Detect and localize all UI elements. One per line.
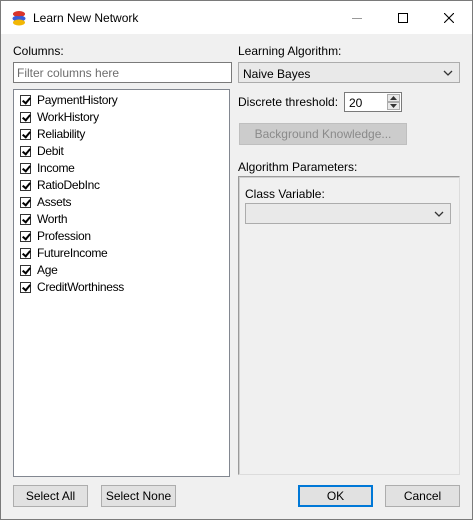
title-bar[interactable]: Learn New Network [1, 1, 472, 34]
list-item[interactable]: Assets [20, 194, 72, 210]
cancel-button[interactable]: Cancel [385, 485, 460, 507]
list-item[interactable]: Age [20, 262, 58, 278]
checkbox[interactable] [20, 162, 31, 174]
list-item[interactable]: CreditWorthiness [20, 279, 124, 295]
spin-up-button[interactable] [387, 94, 400, 102]
filter-columns-input[interactable] [13, 62, 232, 83]
discrete-threshold-spinner[interactable]: 20 [344, 92, 402, 112]
discrete-threshold-value: 20 [349, 96, 363, 110]
ok-button[interactable]: OK [298, 485, 373, 507]
column-label: FutureIncome [37, 246, 108, 260]
minimize-button[interactable] [334, 1, 380, 34]
column-label: Worth [37, 212, 68, 226]
column-label: Income [37, 161, 75, 175]
arrow-down-icon [390, 104, 397, 108]
learning-algorithm-select[interactable]: Naive Bayes [238, 62, 460, 83]
column-label: Reliability [37, 127, 86, 141]
checkbox[interactable] [20, 128, 31, 140]
checkbox[interactable] [20, 247, 31, 259]
list-item[interactable]: PaymentHistory [20, 92, 118, 108]
checkbox[interactable] [20, 145, 31, 157]
column-label: PaymentHistory [37, 93, 118, 107]
checkbox[interactable] [20, 230, 31, 242]
close-button[interactable] [426, 1, 472, 34]
checkbox[interactable] [20, 213, 31, 225]
list-item[interactable]: Debit [20, 143, 64, 159]
algorithm-parameters-label: Algorithm Parameters: [238, 160, 358, 174]
column-label: Debit [37, 144, 64, 158]
learning-algorithm-label: Learning Algorithm: [238, 44, 342, 58]
column-label: Assets [37, 195, 72, 209]
window-title: Learn New Network [33, 11, 139, 25]
list-item[interactable]: Worth [20, 211, 68, 227]
list-item[interactable]: Profession [20, 228, 91, 244]
checkbox[interactable] [20, 264, 31, 276]
list-item[interactable]: Reliability [20, 126, 85, 142]
app-icon [11, 10, 27, 26]
list-item[interactable]: RatioDebInc [20, 177, 100, 193]
list-item[interactable]: WorkHistory [20, 109, 99, 125]
maximize-button[interactable] [380, 1, 426, 34]
column-label: RatioDebInc [37, 178, 100, 192]
list-item[interactable]: FutureIncome [20, 245, 108, 261]
select-none-button[interactable]: Select None [101, 485, 176, 507]
class-variable-label: Class Variable: [245, 187, 325, 201]
column-label: WorkHistory [37, 110, 99, 124]
learning-algorithm-value: Naive Bayes [243, 67, 311, 81]
checkbox[interactable] [20, 111, 31, 123]
algorithm-parameters-panel: Class Variable: [238, 176, 460, 475]
checkbox[interactable] [20, 281, 31, 293]
list-item[interactable]: Income [20, 160, 75, 176]
learn-network-dialog: Learn New Network Columns: PaymentHistor… [0, 0, 473, 520]
columns-label: Columns: [13, 44, 64, 58]
column-label: Age [37, 263, 58, 277]
spin-down-button[interactable] [387, 102, 400, 110]
column-label: Profession [37, 229, 91, 243]
discrete-threshold-label: Discrete threshold: [238, 95, 339, 109]
checkbox[interactable] [20, 179, 31, 191]
chevron-down-icon [443, 70, 453, 76]
class-variable-select[interactable] [245, 203, 451, 224]
checkbox[interactable] [20, 196, 31, 208]
select-all-button[interactable]: Select All [13, 485, 88, 507]
chevron-down-icon [434, 211, 444, 217]
background-knowledge-button: Background Knowledge... [239, 123, 407, 145]
arrow-up-icon [390, 96, 397, 100]
columns-list[interactable]: PaymentHistory WorkHistory Reliability D… [13, 89, 230, 477]
column-label: CreditWorthiness [37, 280, 125, 294]
checkbox[interactable] [20, 94, 31, 106]
